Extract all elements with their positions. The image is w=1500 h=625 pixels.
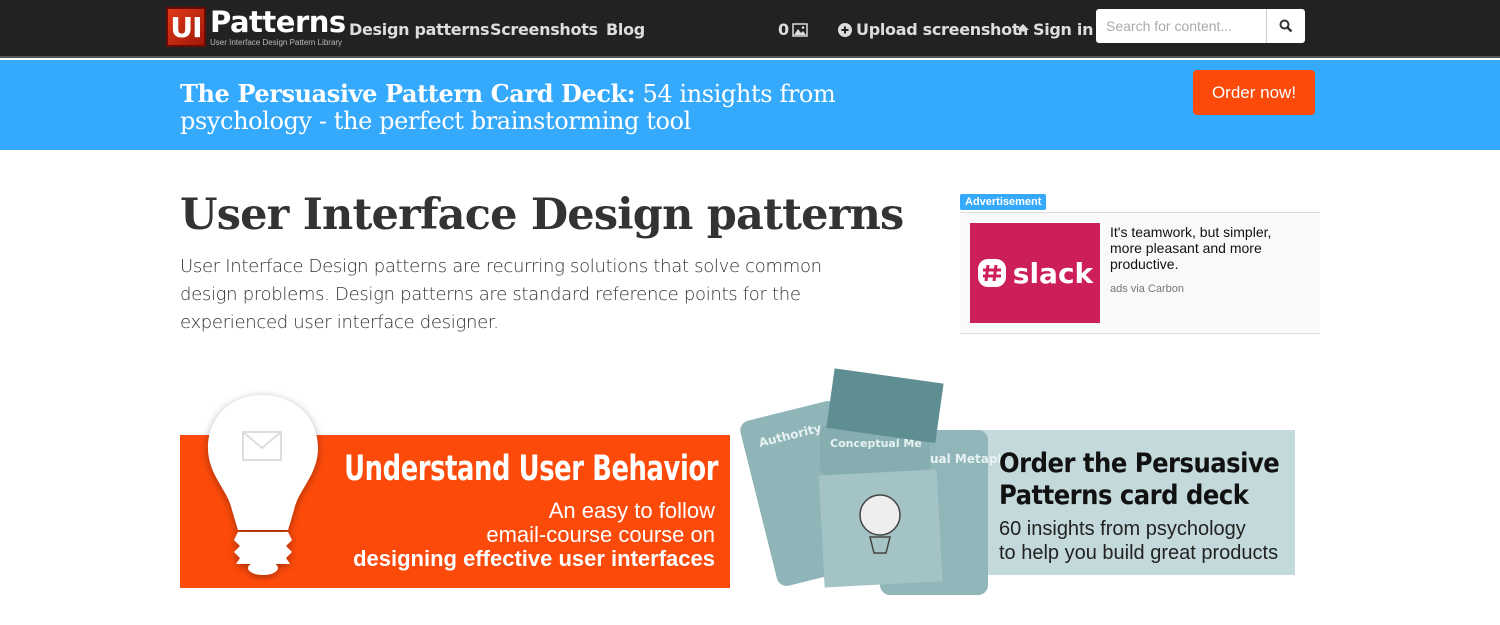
advertisement-label: Advertisement <box>960 194 1047 210</box>
ad-box[interactable]: slack It's teamwork, but simpler, more p… <box>960 212 1320 334</box>
promo-banner: The Persuasive Pattern Card Deck: 54 ins… <box>0 60 1500 150</box>
search-icon <box>1279 19 1293 33</box>
course-line-3: designing effective user interfaces <box>353 546 715 571</box>
deck-description: 60 insights from psychology to help you … <box>999 517 1278 565</box>
ad-text[interactable]: It's teamwork, but simpler, more pleasan… <box>1110 224 1300 272</box>
upload-label: Upload screenshot <box>856 20 1020 39</box>
upload-screenshot-link[interactable]: Upload screenshot <box>838 20 1020 39</box>
search-button[interactable] <box>1267 9 1305 43</box>
nav-design-patterns[interactable]: Design patterns <box>349 20 490 39</box>
home-icon <box>1017 24 1029 35</box>
deck-line-2: to help you build great products <box>999 542 1279 564</box>
logo-text: Patterns <box>210 5 346 39</box>
deck-title: Order the Persuasive Patterns card deck <box>999 448 1280 512</box>
order-now-button[interactable]: Order now! <box>1193 70 1315 115</box>
lightbulb-icon <box>208 395 318 575</box>
top-navbar: UI Patterns User Interface Design Patter… <box>0 0 1500 58</box>
card-deck-image: Authority ual Metaphor Conceptual Me <box>740 368 1000 595</box>
deck-line-1: 60 insights from psychology <box>999 518 1246 540</box>
ads-via-carbon-link[interactable]: ads via Carbon <box>1110 283 1184 295</box>
logo-subtitle: User Interface Design Pattern Library <box>210 38 343 47</box>
nav-screenshots[interactable]: Screenshots <box>490 20 598 39</box>
logo-ui-mark: UI <box>166 7 206 47</box>
course-line-1: An easy to follow <box>548 498 715 523</box>
logo[interactable]: UI Patterns User Interface Design Patter… <box>166 7 346 47</box>
deck-title-2: Patterns card deck <box>999 480 1249 511</box>
slack-hash-icon <box>977 259 1006 287</box>
nav-blog[interactable]: Blog <box>606 20 645 39</box>
slack-logo[interactable]: slack <box>970 223 1100 323</box>
collection-button[interactable]: 0 <box>778 20 808 39</box>
banner-text[interactable]: The Persuasive Pattern Card Deck: 54 ins… <box>180 80 940 135</box>
image-icon <box>792 22 808 37</box>
search-input[interactable] <box>1096 9 1267 43</box>
slack-wordmark: slack <box>1012 256 1094 290</box>
plus-circle-icon <box>838 22 852 37</box>
intro-text: User Interface Design patterns are recur… <box>180 256 822 333</box>
banner-bold: The Persuasive Pattern Card Deck: <box>180 79 636 108</box>
card-title-metaphor: ual Metaphor <box>930 452 1000 466</box>
deck-title-1: Order the Persuasive <box>999 448 1280 479</box>
course-title: Understand User Behavior <box>344 449 718 489</box>
page-title: User Interface Design patterns <box>180 190 904 240</box>
sign-in-label: Sign in <box>1033 20 1094 39</box>
collection-count: 0 <box>778 20 789 39</box>
sign-in-link[interactable]: Sign in <box>1016 20 1094 39</box>
course-description: An easy to follow email-course course on… <box>353 499 715 571</box>
course-line-2: email-course course on <box>486 522 715 547</box>
search-box <box>1096 9 1305 43</box>
